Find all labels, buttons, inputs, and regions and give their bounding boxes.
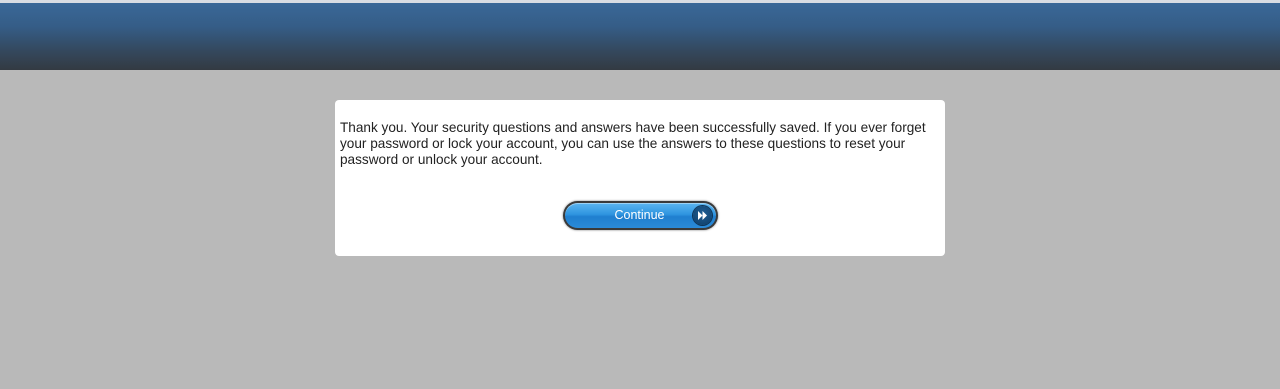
continue-button[interactable]: Continue <box>563 201 718 230</box>
confirmation-message: Thank you. Your security questions and a… <box>340 120 926 168</box>
header-bar <box>0 3 1280 70</box>
confirmation-dialog: Thank you. Your security questions and a… <box>335 100 945 256</box>
fast-forward-icon <box>693 206 712 225</box>
continue-button-face[interactable]: Continue <box>565 203 716 228</box>
